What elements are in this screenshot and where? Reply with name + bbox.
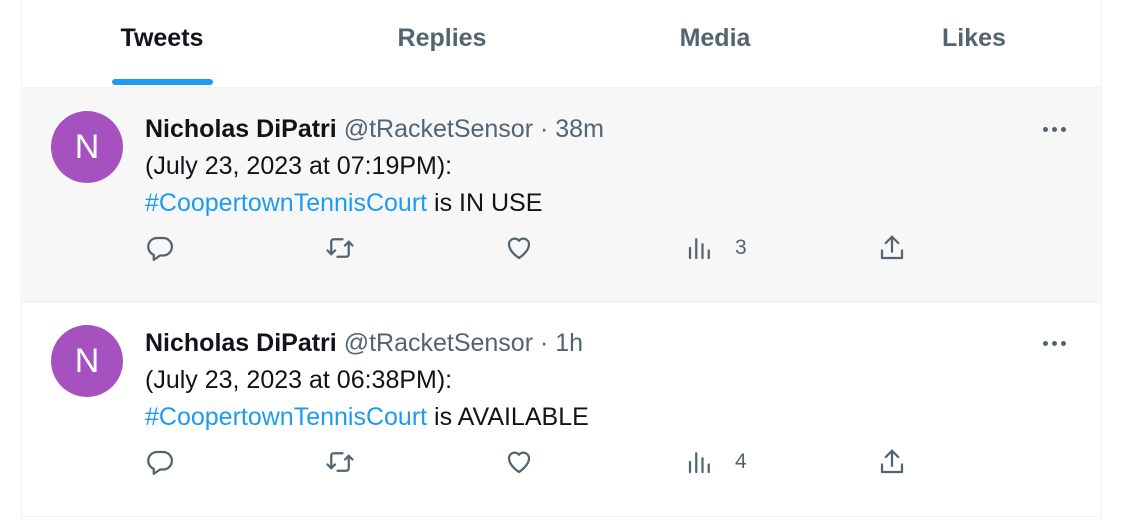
heart-icon [507,451,531,474]
tweet-line: #CoopertownTennisCourt is IN USE [145,185,542,222]
profile-timeline: Tweets Replies Media Likes N Nicholas Di… [21,0,1102,520]
tab-media[interactable]: Media [575,0,855,87]
tweet-text: (July 23, 2023 at 06:38PM): #CoopertownT… [145,362,589,436]
reply-icon [147,450,173,475]
like-button[interactable] [504,442,534,482]
author-name[interactable]: Nicholas DiPatri [145,115,337,143]
like-button[interactable] [504,228,534,268]
separator: · [539,329,549,357]
more-icon[interactable] [1032,330,1076,356]
hashtag-link[interactable]: #CoopertownTennisCourt [145,189,427,217]
avatar[interactable]: N [51,111,123,183]
active-tab-indicator [112,79,213,85]
reply-icon [147,236,173,261]
separator: · [539,115,549,143]
retweet-icon [326,238,354,258]
more-icon[interactable] [1032,116,1076,142]
share-icon [880,449,904,474]
retweet-icon [326,452,354,472]
avatar[interactable]: N [51,325,123,397]
reply-button[interactable] [145,228,175,268]
tweet-line: #CoopertownTennisCourt is AVAILABLE [145,399,589,436]
tweet-line: (July 23, 2023 at 06:38PM): [145,366,453,394]
tab-media-label: Media [679,24,751,52]
tweet-time[interactable]: 1h [555,329,583,357]
share-button[interactable] [877,228,907,268]
share-button[interactable] [877,442,907,482]
tab-tweets-label: Tweets [120,24,204,52]
tweet[interactable]: N Nicholas DiPatri @tRacketSensor · 1h (… [22,302,1101,517]
views-button[interactable]: 4 [685,442,747,482]
retweet-button[interactable] [325,228,355,268]
tweet-text: (July 23, 2023 at 07:19PM): #CoopertownT… [145,148,542,222]
tweet-actions: 4 [22,442,1101,482]
tweet[interactable]: N Nicholas DiPatri @tRacketSensor · 38m … [22,88,1101,303]
tweet-line: (July 23, 2023 at 07:19PM): [145,152,453,180]
retweet-button[interactable] [325,442,355,482]
views-button[interactable]: 3 [685,228,747,268]
author-handle[interactable]: @tRacketSensor [344,329,533,357]
views-chart-icon [688,452,710,474]
profile-tabs: Tweets Replies Media Likes [22,0,1101,88]
tab-replies-label: Replies [397,24,487,52]
tweet-actions: 3 [22,228,1101,268]
views-count: 4 [735,450,747,473]
hashtag-link[interactable]: #CoopertownTennisCourt [145,403,427,431]
author-name[interactable]: Nicholas DiPatri [145,329,337,357]
tweet-header: Nicholas DiPatri @tRacketSensor · 38m [145,112,604,146]
reply-button[interactable] [145,442,175,482]
tab-likes[interactable]: Likes [834,0,1114,87]
tab-replies[interactable]: Replies [302,0,582,87]
views-count: 3 [735,236,747,259]
tab-tweets[interactable]: Tweets [22,0,302,87]
status-text: is IN USE [427,189,543,217]
author-handle[interactable]: @tRacketSensor [344,115,533,143]
tweet-time[interactable]: 38m [555,115,604,143]
tweet-header: Nicholas DiPatri @tRacketSensor · 1h [145,326,583,360]
tab-likes-label: Likes [942,24,1006,52]
heart-icon [507,237,531,260]
views-chart-icon [688,238,710,260]
share-icon [880,235,904,260]
status-text: is AVAILABLE [427,403,589,431]
